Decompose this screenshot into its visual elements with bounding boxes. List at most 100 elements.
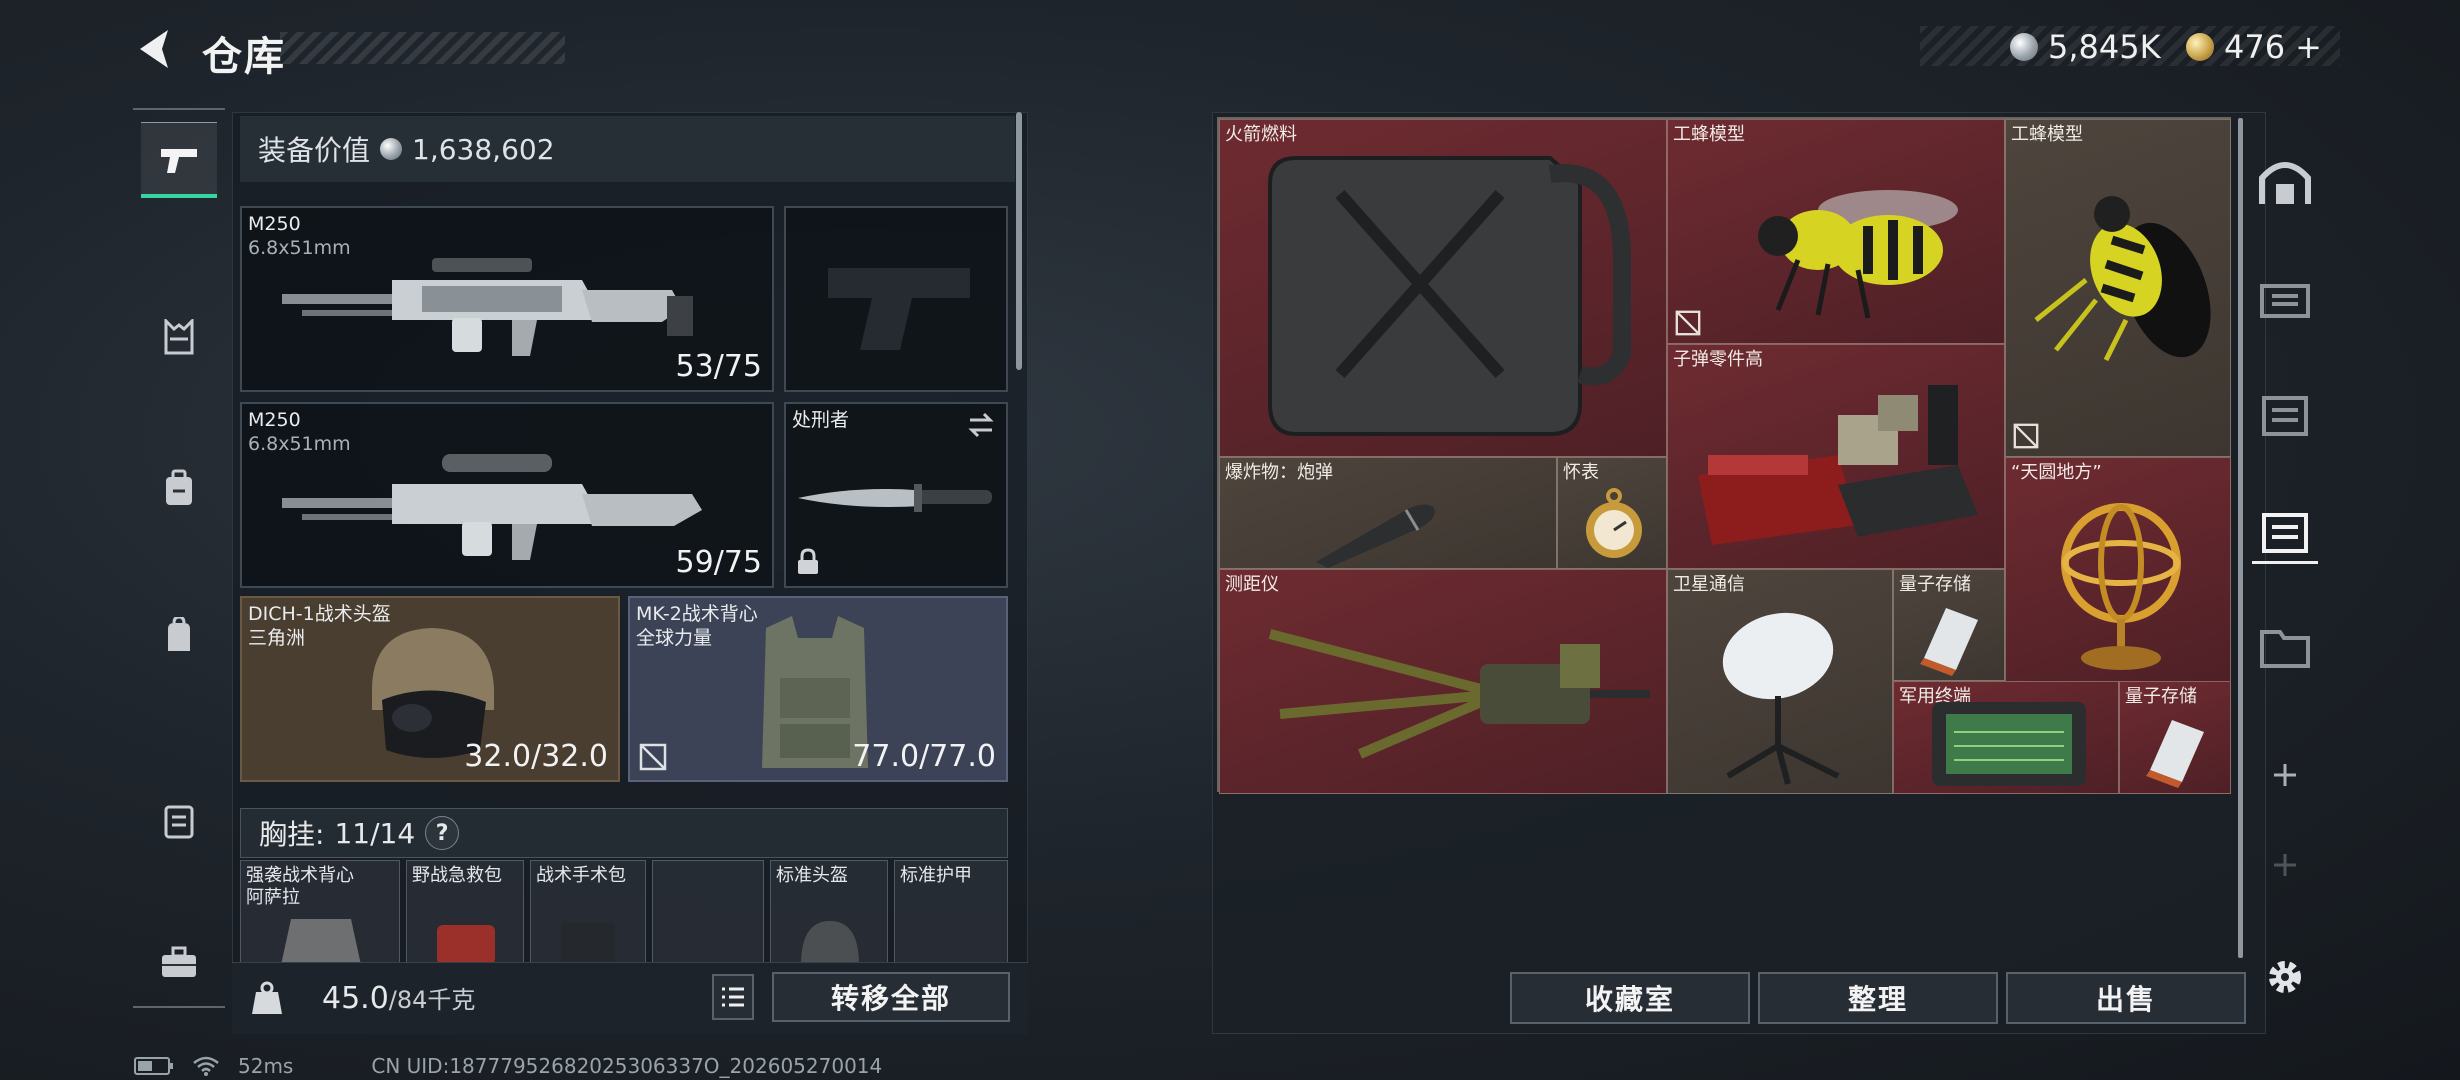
storage-level-iv-icon bbox=[2262, 512, 2308, 553]
chest-rig-bar: 胸挂: 11/14 ? bbox=[240, 808, 1008, 858]
pistol-silhouette-icon bbox=[828, 268, 970, 350]
status-bar: 52ms CN UID:18777952682025306337O_202605… bbox=[134, 1054, 882, 1078]
no-insure-icon bbox=[2013, 423, 2039, 449]
storage-item-ammo-parts[interactable]: 子弹零件高 bbox=[1667, 344, 2005, 569]
rail-chest-rig-tab[interactable] bbox=[141, 300, 217, 376]
title-decoration bbox=[280, 32, 565, 64]
melee-slot[interactable]: 处刑者 bbox=[784, 402, 1008, 588]
item-slot-medkit[interactable]: 野战急救包 bbox=[406, 860, 524, 965]
storage-item-quantum-storage-2[interactable]: 量子存储 bbox=[2119, 681, 2231, 794]
gold-currency[interactable]: 476 + bbox=[2186, 28, 2322, 66]
add-storage-page-button-disabled[interactable] bbox=[2252, 832, 2318, 898]
storage-grid: 火箭燃料 工蜂模型 工蜂模型 子弹零件高 爆炸物：炮弹 怀表 “天圆地方” 测距… bbox=[1217, 117, 2231, 794]
m250-scoped-weapon-image bbox=[282, 454, 702, 560]
storage-level-iv-icon bbox=[2262, 396, 2308, 436]
item-slot-helmet[interactable]: 标准头盔 bbox=[770, 860, 888, 965]
m250-weapon-image bbox=[282, 258, 693, 356]
add-storage-page-button[interactable] bbox=[2252, 742, 2318, 808]
jerrycan-image bbox=[1268, 156, 1631, 436]
silver-coin-icon bbox=[2010, 33, 2038, 61]
rangefinder-image bbox=[1268, 629, 1650, 759]
weight-display: 45.0/84千克 bbox=[322, 981, 476, 1016]
storage-folder-icon bbox=[2260, 630, 2310, 668]
storage-item-artillery-shell[interactable]: 爆炸物：炮弹 bbox=[1219, 457, 1557, 569]
silver-currency: 5,845K bbox=[2010, 28, 2161, 66]
swap-icon[interactable] bbox=[966, 412, 996, 438]
warehouse-icon bbox=[2259, 162, 2311, 204]
list-view-button[interactable] bbox=[712, 974, 754, 1020]
list-icon bbox=[722, 987, 744, 1007]
lock-icon bbox=[798, 548, 818, 574]
equipment-value-header: 装备价值 1,638,602 bbox=[240, 116, 1015, 182]
storage-item-rangefinder[interactable]: 测距仪 bbox=[1219, 569, 1667, 794]
storage-page-tab-active[interactable] bbox=[2252, 498, 2318, 564]
storage-page-tab-5[interactable] bbox=[2252, 612, 2318, 678]
storage-item-rocket-fuel[interactable]: 火箭燃料 bbox=[1219, 119, 1667, 457]
chest-rig-slot[interactable]: 强袭战术背心 阿萨拉 bbox=[240, 860, 400, 965]
storage-page-tab-3[interactable] bbox=[2252, 380, 2318, 446]
assault-vest-image bbox=[281, 919, 361, 964]
collection-room-button[interactable]: 收藏室 bbox=[1510, 972, 1750, 1024]
gear-icon bbox=[2269, 961, 2301, 993]
item-slot-surgery-kit[interactable]: 战术手术包 bbox=[530, 860, 646, 965]
armillary-sphere-image bbox=[2061, 503, 2181, 670]
transfer-all-button[interactable]: 转移全部 bbox=[772, 972, 1010, 1022]
storage-item-armillary-sphere[interactable]: “天圆地方” bbox=[2005, 457, 2231, 682]
bag-icon bbox=[168, 617, 190, 651]
battery-icon bbox=[134, 1057, 173, 1075]
weight-icon bbox=[252, 981, 282, 1014]
medkit-image bbox=[437, 925, 495, 964]
rail-toolbox-tab[interactable] bbox=[141, 924, 217, 1000]
safebox-icon bbox=[164, 805, 194, 839]
storage-level-iv-icon bbox=[2260, 284, 2310, 318]
sort-button[interactable]: 整理 bbox=[1758, 972, 1998, 1024]
storage-page-tab-1[interactable] bbox=[2252, 148, 2318, 214]
add-currency-icon[interactable]: + bbox=[2295, 28, 2322, 66]
plus-icon bbox=[2274, 764, 2296, 786]
helmet-slot[interactable]: DICH-1战术头盔 三角洲 32.0/32.0 bbox=[240, 596, 620, 782]
page-title: 仓库 bbox=[202, 34, 286, 80]
ping-label: 52ms bbox=[238, 1054, 294, 1078]
sidearm-slot[interactable] bbox=[784, 206, 1008, 392]
no-insure-icon bbox=[1675, 310, 1701, 336]
standard-helmet-image bbox=[801, 921, 859, 964]
rail-safebox-tab[interactable] bbox=[141, 782, 217, 858]
surgery-kit-image bbox=[561, 923, 615, 964]
bee-model-image bbox=[1758, 190, 1958, 319]
armor-slot[interactable]: MK-2战术背心 全球力量 77.0/77.0 bbox=[628, 596, 1008, 782]
shell-image bbox=[1316, 504, 1435, 568]
uid-label: CN UID:18777952682025306337O_20260527001… bbox=[371, 1054, 883, 1078]
storage-item-bee-model-2[interactable]: 工蜂模型 bbox=[2005, 119, 2231, 457]
storage-item-quantum-storage-1[interactable]: 量子存储 bbox=[1893, 569, 2005, 681]
rail-bag-tab[interactable] bbox=[141, 598, 217, 674]
rail-backpack-tab[interactable] bbox=[141, 450, 217, 526]
backpack-icon bbox=[166, 469, 192, 505]
item-slot-empty[interactable] bbox=[652, 860, 764, 965]
gold-coin-icon bbox=[2186, 33, 2214, 61]
storage-item-satellite-comms[interactable]: 卫星通信 bbox=[1667, 569, 1893, 794]
no-insure-icon bbox=[639, 743, 667, 771]
satellite-dish-image bbox=[1722, 612, 1840, 785]
storage-item-military-terminal[interactable]: 军用终端 bbox=[1893, 681, 2119, 794]
toolbox-icon bbox=[162, 946, 196, 977]
quantum-drive-image bbox=[1920, 608, 1978, 676]
chevron-left-icon bbox=[140, 30, 168, 68]
pocket-watch-image bbox=[1586, 488, 1642, 558]
storage-scrollbar[interactable] bbox=[2238, 118, 2243, 958]
silver-coin-icon bbox=[380, 138, 403, 160]
back-button[interactable] bbox=[130, 24, 180, 74]
storage-item-bee-model-1[interactable]: 工蜂模型 bbox=[1667, 119, 2005, 344]
primary-weapon-slot-2[interactable]: M250 6.8x51mm 59/75 bbox=[240, 402, 774, 588]
help-button[interactable]: ? bbox=[425, 816, 460, 850]
primary-weapon-slot-1[interactable]: M250 6.8x51mm 53/75 bbox=[240, 206, 774, 392]
pistol-icon bbox=[161, 148, 197, 173]
storage-item-pocket-watch[interactable]: 怀表 bbox=[1557, 457, 1667, 569]
equipment-scrollbar[interactable] bbox=[1016, 112, 1022, 370]
settings-button[interactable] bbox=[2252, 944, 2318, 1010]
item-slot-armor[interactable]: 标准护甲 bbox=[894, 860, 1008, 965]
rail-weapons-tab[interactable] bbox=[141, 122, 217, 198]
knife-image bbox=[798, 484, 992, 512]
sell-button[interactable]: 出售 bbox=[2006, 972, 2246, 1024]
storage-page-tab-2[interactable] bbox=[2252, 262, 2318, 328]
bee-model-image bbox=[2034, 196, 2211, 362]
